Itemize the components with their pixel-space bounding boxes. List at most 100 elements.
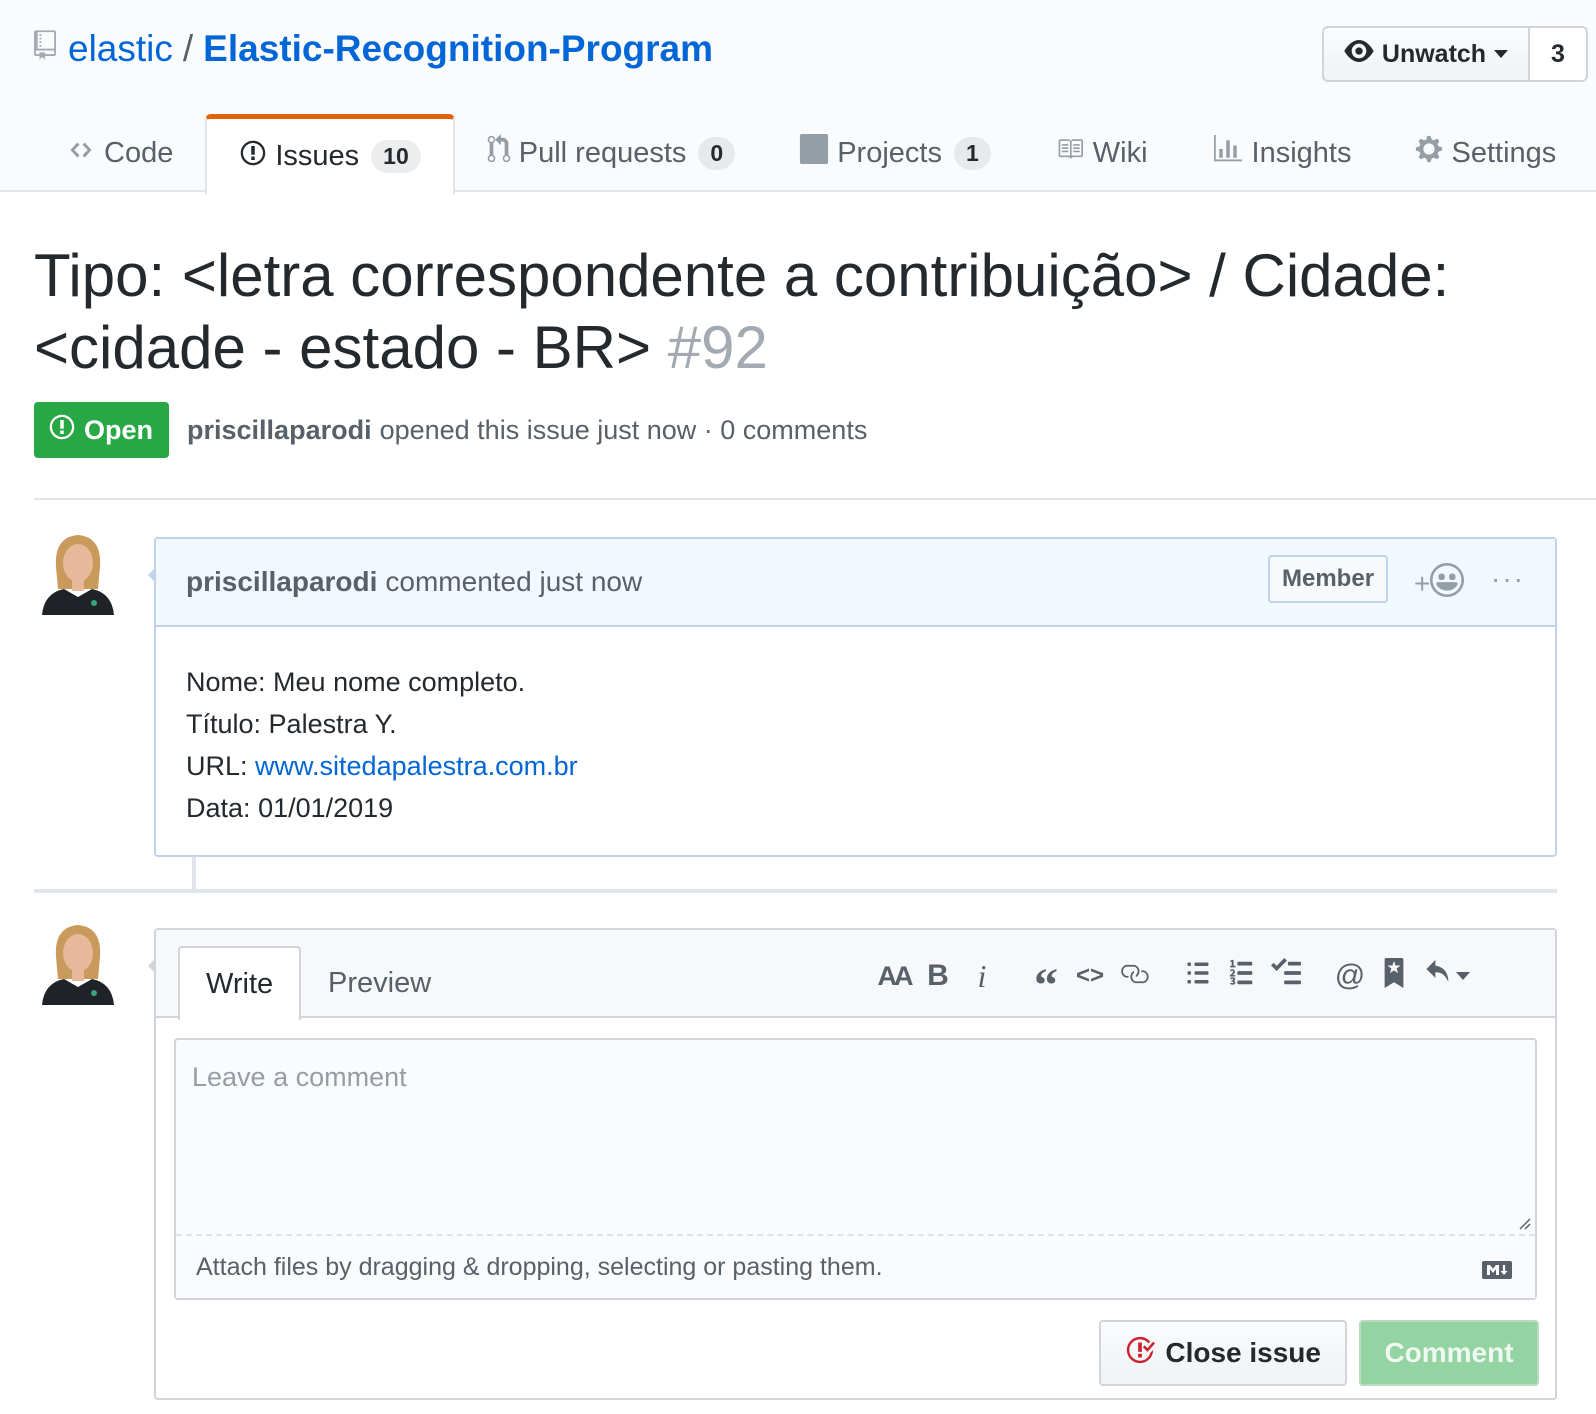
list-unordered-icon [1185, 959, 1211, 994]
repo-owner-link[interactable]: elastic [68, 28, 173, 70]
tab-label: Pull requests [518, 136, 687, 169]
tab-wiki[interactable]: Wiki [1023, 114, 1180, 192]
chevron-down-icon [1494, 50, 1509, 58]
tab-label: Wiki [1092, 136, 1148, 169]
repo-nav-tabs: Code Issues 10 Pull requests 0 Projects … [34, 114, 1588, 194]
comment-write-area: Attach files by dragging & dropping, sel… [174, 1038, 1537, 1300]
projects-count-badge: 1 [953, 136, 991, 170]
close-issue-button[interactable]: Close issue [1099, 1320, 1347, 1386]
write-tab[interactable]: Write [178, 946, 302, 1020]
comment-line: Nome: Meu nome completo. [186, 661, 1525, 703]
file-attach-bar[interactable]: Attach files by dragging & dropping, sel… [176, 1234, 1535, 1298]
repo-title: elastic / Elastic-Recognition-Program [34, 28, 713, 70]
more-options-button[interactable]: ··· [1491, 563, 1525, 595]
markdown-toolbar: AA B i “ <> @ [872, 956, 1476, 1012]
comment-body: Nome: Meu nome completo. Título: Palestr… [156, 627, 1555, 863]
add-reaction-button[interactable]: + [1414, 563, 1465, 604]
line-label: URL: [186, 751, 248, 781]
comment-textarea[interactable] [176, 1040, 1535, 1234]
ordered-list-button[interactable] [1220, 956, 1264, 996]
issue-author-link[interactable]: priscillaparodi [187, 415, 372, 446]
avatar[interactable] [34, 917, 122, 1005]
link-icon [1119, 960, 1149, 992]
issue-meta-text: opened this issue just now · 0 comments [379, 414, 868, 445]
book-icon [1055, 136, 1093, 170]
issue-opened-icon [239, 139, 275, 175]
comment-line: Título: Palestra Y. [186, 703, 1525, 745]
form-actions: Close issue Comment [1099, 1320, 1539, 1386]
tab-issues[interactable]: Issues 10 [205, 114, 455, 194]
graph-icon [1212, 135, 1252, 171]
member-badge: Member [1268, 555, 1389, 603]
comment-line: URL: www.sitedapalestra.com.br [186, 745, 1525, 787]
comment-header: priscillaparodi commented just now Membe… [156, 539, 1555, 627]
close-issue-label: Close issue [1165, 1337, 1321, 1368]
tab-label: Insights [1251, 136, 1352, 169]
reply-icon [1422, 959, 1452, 993]
repo-name-link[interactable]: Elastic-Recognition-Program [203, 28, 713, 70]
comment-author-link[interactable]: priscillaparodi [186, 566, 377, 598]
line-label: Nome: [186, 667, 266, 697]
gear-icon [1415, 134, 1451, 172]
watchers-count[interactable]: 3 [1530, 26, 1588, 82]
issue-comment: priscillaparodi commented just now Membe… [148, 537, 1557, 857]
repo-separator: / [182, 28, 194, 69]
quote-button[interactable]: “ [1024, 956, 1068, 1012]
tab-label: Issues [275, 140, 360, 172]
resize-handle-icon[interactable] [1517, 1216, 1531, 1235]
new-comment-form: Write Preview AA B i “ <> @ Leave a comm… [148, 928, 1557, 1400]
comment-timestamp[interactable]: commented just now [385, 566, 642, 598]
tab-label: Settings [1451, 136, 1557, 169]
status-label: Open [84, 414, 154, 445]
attach-hint: Attach files by dragging & dropping, sel… [196, 1252, 883, 1281]
code-button[interactable]: <> [1068, 956, 1112, 996]
issue-opened-icon [48, 413, 84, 448]
tab-projects[interactable]: Projects 1 [767, 114, 1023, 192]
tab-code[interactable]: Code [34, 114, 205, 192]
divider [34, 498, 1596, 500]
unwatch-button[interactable]: Unwatch [1322, 26, 1530, 82]
repo-header: elastic / Elastic-Recognition-Program Un… [0, 0, 1596, 194]
mention-button[interactable]: @ [1328, 956, 1372, 996]
header-text-button[interactable]: AA [872, 956, 916, 996]
unordered-list-button[interactable] [1176, 956, 1220, 996]
bold-button[interactable]: B [916, 956, 960, 996]
preview-tab[interactable]: Preview [302, 946, 457, 1020]
issue-number: #92 [667, 314, 768, 381]
timeline-connector [192, 857, 196, 891]
task-list-button[interactable] [1264, 956, 1308, 996]
tab-insights[interactable]: Insights [1180, 114, 1384, 192]
line-value: Palestra Y. [268, 709, 397, 739]
avatar[interactable] [34, 527, 122, 615]
code-icon [66, 137, 104, 170]
issues-count-badge: 10 [371, 140, 421, 173]
plus-label: + [1414, 567, 1431, 599]
git-pull-request-icon [487, 134, 519, 172]
tab-label: Projects [837, 136, 942, 169]
comment-submit-button[interactable]: Comment [1359, 1320, 1539, 1386]
list-ordered-icon [1228, 958, 1256, 995]
reply-dropdown-button[interactable] [1416, 956, 1476, 996]
issue-closed-icon [1125, 1335, 1165, 1372]
issue-title: Tipo: <letra correspondente a contribuiç… [34, 240, 1534, 384]
markdown-icon[interactable] [1481, 1258, 1513, 1287]
line-value: Meu nome completo. [273, 667, 526, 697]
tab-settings[interactable]: Settings [1383, 114, 1588, 192]
smiley-icon [1430, 563, 1465, 604]
line-label: Data: [186, 793, 251, 823]
timeline-divider [34, 889, 1557, 893]
repo-icon [34, 28, 68, 70]
comment-line: Data: 01/01/2019 [186, 787, 1525, 829]
link-button[interactable] [1112, 956, 1156, 996]
saved-reply-button[interactable] [1372, 956, 1416, 996]
eye-icon [1344, 39, 1382, 69]
url-link[interactable]: www.sitedapalestra.com.br [255, 751, 578, 781]
unwatch-label: Unwatch [1381, 39, 1487, 68]
status-badge: Open [34, 402, 170, 458]
tab-pull-requests[interactable]: Pull requests 0 [455, 114, 767, 192]
form-header: Write Preview AA B i “ <> @ [156, 930, 1555, 1020]
pull-requests-count-badge: 0 [698, 136, 736, 170]
line-value: 01/01/2019 [258, 793, 394, 823]
issue-meta: Open priscillaparodi opened this issue j… [34, 402, 867, 458]
italic-button[interactable]: i [960, 956, 1004, 996]
